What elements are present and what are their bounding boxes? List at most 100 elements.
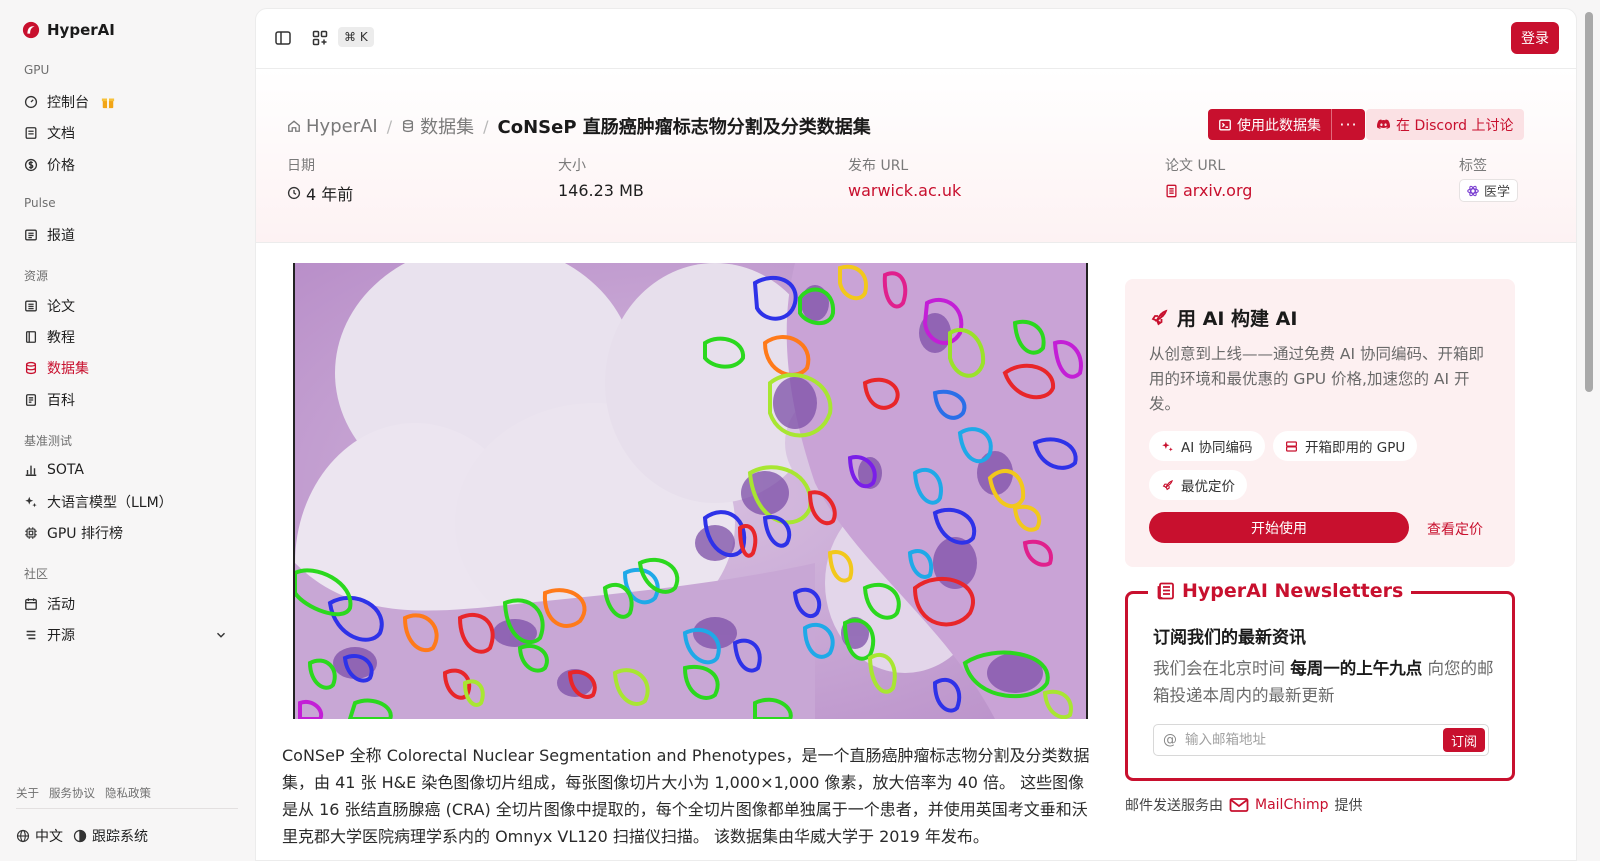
paper-icon xyxy=(25,300,37,312)
section-benchmarks: 基准测试 xyxy=(24,434,73,448)
sidebar-item-datasets[interactable]: 数据集 xyxy=(24,358,89,378)
discord-label: 在 Discord 上讨论 xyxy=(1396,117,1514,134)
breadcrumb: HyperAI / 数据集 / CoNSeP 直肠癌肿瘤标志物分割及分类数据集 xyxy=(287,113,871,139)
language-switch[interactable]: 中文 xyxy=(16,826,63,846)
sidebar-item-wiki[interactable]: 百科 xyxy=(24,390,75,410)
histology-image xyxy=(295,263,1086,719)
terms-link[interactable]: 服务协议 xyxy=(49,785,95,801)
sidebar-item-events[interactable]: 活动 xyxy=(24,594,75,614)
shortcut-hint[interactable]: ⌘ K xyxy=(338,27,374,47)
gauge-icon xyxy=(24,95,38,109)
mail-icon xyxy=(1229,798,1249,812)
mail-note-post: 提供 xyxy=(1334,798,1363,814)
privacy-link[interactable]: 隐私政策 xyxy=(105,785,151,801)
breadcrumb-home[interactable]: HyperAI xyxy=(287,116,378,137)
about-link[interactable]: 关于 xyxy=(16,785,39,801)
view-pricing-link[interactable]: 查看定价 xyxy=(1427,519,1483,539)
sidebar-item-tutorials[interactable]: 教程 xyxy=(24,327,75,347)
at-icon: @ xyxy=(1163,732,1177,748)
section-community: 社区 xyxy=(24,567,49,581)
discord-button[interactable]: 在 Discord 上讨论 xyxy=(1366,109,1524,140)
sidebar-footer-links: 关于 服务协议 隐私政策 xyxy=(16,785,151,801)
sidebar-item-docs[interactable]: 文档 xyxy=(24,123,75,143)
feature-pill-gpu: 开箱即用的 GPU xyxy=(1273,431,1418,461)
promo-title: 用 AI 构建 AI xyxy=(1149,304,1297,331)
tag-chip[interactable]: 医学 xyxy=(1459,179,1519,202)
sidebar-item-label: GPU 排行榜 xyxy=(47,526,123,542)
sidebar: HyperAI GPU 控制台 文档 价格 Pulse 报道 资源 论文 教程 … xyxy=(0,0,254,861)
newsletter-text-bold: 每周一的上午九点 xyxy=(1290,659,1423,678)
list-icon xyxy=(26,630,36,640)
cpu-icon xyxy=(25,527,37,539)
sidebar-item-label: 百科 xyxy=(47,393,75,409)
sidebar-item-label: 活动 xyxy=(47,597,75,613)
meta-date-value: 4 年前 xyxy=(287,181,353,205)
promo-title-text: 用 AI 构建 AI xyxy=(1177,308,1298,330)
sidebar-item-label: 大语言模型（LLM） xyxy=(47,495,173,511)
use-dataset-group: 使用此数据集 ··· xyxy=(1208,109,1365,140)
book-icon xyxy=(25,331,37,343)
gift-icon xyxy=(101,98,115,109)
newsletter-text-pre: 我们会在北京时间 xyxy=(1153,659,1291,678)
apps-icon[interactable] xyxy=(311,29,329,47)
tracking-label: 跟踪系统 xyxy=(92,829,148,845)
paper-url-link[interactable]: arxiv.org xyxy=(1165,181,1252,200)
promo-card: 用 AI 构建 AI 从创意到上线——通过免费 AI 协同编码、开箱即用的环境和… xyxy=(1125,279,1515,567)
meta-paper-url: 论文 URL arxiv.org xyxy=(1165,155,1252,200)
globe-icon xyxy=(16,829,30,843)
scrollbar-thumb[interactable] xyxy=(1585,12,1593,392)
dataset-header: HyperAI / 数据集 / CoNSeP 直肠癌肿瘤标志物分割及分类数据集 … xyxy=(256,69,1576,243)
meta-date-text: 4 年前 xyxy=(306,185,354,204)
newsletter-title: HyperAI Newsletters xyxy=(1148,580,1412,602)
meta-size-label: 大小 xyxy=(558,158,586,174)
sidebar-item-opensource[interactable]: 开源 xyxy=(24,625,225,645)
calendar-icon xyxy=(25,598,37,610)
sidebar-item-sota[interactable]: SOTA xyxy=(24,460,84,480)
meta-size: 大小 146.23 MB xyxy=(558,155,644,200)
main-panel: ⌘ K 登录 HyperAI / 数据集 / CoNSeP 直肠癌肿瘤标志物分割… xyxy=(255,8,1577,861)
tracking-switch[interactable]: 跟踪系统 xyxy=(73,826,148,846)
mailchimp-link[interactable]: MailChimp xyxy=(1255,797,1329,813)
paper-url-text: arxiv.org xyxy=(1183,181,1253,200)
sidebar-item-news[interactable]: 报道 xyxy=(24,225,75,245)
more-options-button[interactable]: ··· xyxy=(1331,109,1365,140)
divider xyxy=(16,808,238,809)
sidebar-item-label: 教程 xyxy=(47,330,75,346)
release-url-link[interactable]: warwick.ac.uk xyxy=(848,181,961,200)
email-input[interactable] xyxy=(1185,732,1425,748)
server-icon xyxy=(1286,440,1297,452)
sidebar-item-llm[interactable]: 大语言模型（LLM） xyxy=(24,492,173,512)
scrollbar[interactable] xyxy=(1579,0,1600,861)
sidebar-item-papers[interactable]: 论文 xyxy=(24,296,75,316)
use-dataset-label: 使用此数据集 xyxy=(1237,117,1321,134)
sidebar-item-gpu-rank[interactable]: GPU 排行榜 xyxy=(24,523,123,543)
dataset-description: CoNSeP 全称 Colorectal Nuclear Segmentatio… xyxy=(282,746,1090,846)
breadcrumb-datasets[interactable]: 数据集 xyxy=(401,113,474,139)
sparkle-icon xyxy=(1162,441,1173,451)
wiki-icon xyxy=(25,394,37,406)
bar-chart-icon xyxy=(25,465,37,476)
discord-icon xyxy=(1376,119,1391,129)
brand-name: HyperAI xyxy=(47,21,115,39)
login-button[interactable]: 登录 xyxy=(1511,22,1559,54)
meta-tags: 标签 医学 xyxy=(1459,155,1519,202)
use-dataset-button[interactable]: 使用此数据集 xyxy=(1208,109,1331,140)
subscribe-button[interactable]: 订阅 xyxy=(1443,728,1485,752)
breadcrumb-separator: / xyxy=(483,116,489,136)
brand[interactable]: HyperAI xyxy=(22,21,115,39)
home-icon xyxy=(288,120,300,132)
sidebar-item-pricing[interactable]: 价格 xyxy=(24,155,75,175)
section-pulse: Pulse xyxy=(24,196,56,210)
topbar: ⌘ K 登录 xyxy=(256,9,1576,69)
section-gpu: GPU xyxy=(24,63,50,77)
meta-release-url: 发布 URL warwick.ac.uk xyxy=(848,155,961,200)
hyperai-logo xyxy=(22,21,40,39)
get-started-button[interactable]: 开始使用 xyxy=(1149,512,1409,543)
sidebar-item-console[interactable]: 控制台 xyxy=(24,92,115,112)
sidebar-toggle-icon[interactable] xyxy=(274,29,292,47)
meta-release-label: 发布 URL xyxy=(848,158,909,174)
chevron-down-icon[interactable] xyxy=(214,628,228,642)
language-label: 中文 xyxy=(35,829,63,845)
feature-pill-copilot: AI 协同编码 xyxy=(1149,431,1265,461)
newspaper-icon xyxy=(1157,582,1174,600)
